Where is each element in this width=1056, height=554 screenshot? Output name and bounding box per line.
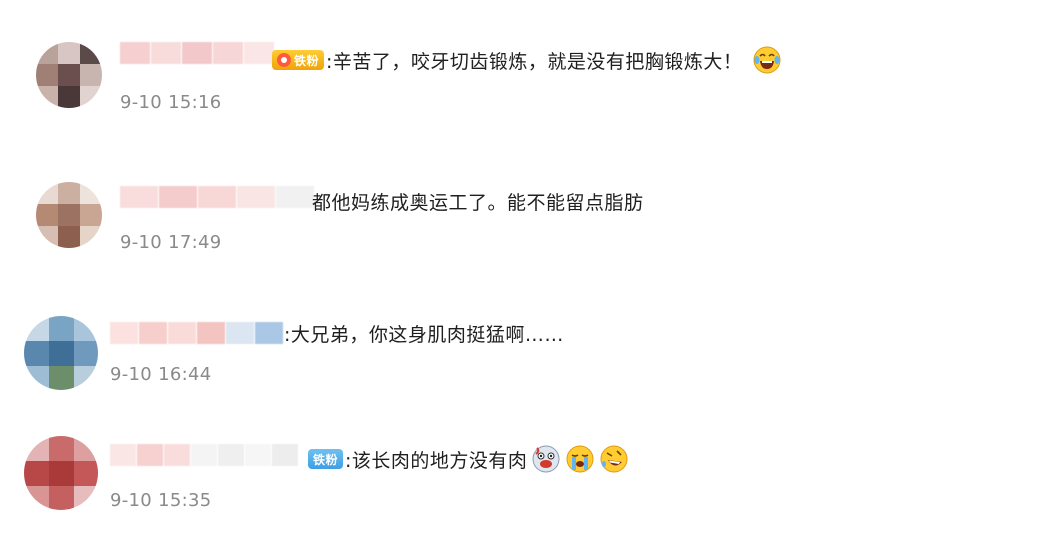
comment-list: 铁粉 :辛苦了，咬牙切齿锻炼，就是没有把胸锻炼大！ 9-10 15:16 都他妈…	[0, 0, 1056, 554]
timestamp: 9-10 16:44	[110, 364, 212, 385]
comment-body: :大兄弟，你这身肌肉挺猛啊……	[284, 320, 564, 346]
comment-item: :大兄弟，你这身肌肉挺猛啊…… 9-10 16:44	[0, 280, 1056, 420]
comment-text: :该长肉的地方没有肉	[345, 449, 528, 472]
comment-body: 铁粉 :辛苦了，咬牙切齿锻炼，就是没有把胸锻炼大！	[272, 46, 782, 74]
comment-text: :大兄弟，你这身肌肉挺猛啊……	[284, 323, 564, 346]
comment-item: 铁粉 :辛苦了，咬牙切齿锻炼，就是没有把胸锻炼大！ 9-10 15:16	[0, 0, 1056, 140]
avatar[interactable]	[36, 42, 102, 108]
timestamp: 9-10 15:16	[120, 92, 222, 113]
comment-text: 都他妈练成奥运工了。能不能留点脂肪	[312, 191, 644, 214]
comment-item: 都他妈练成奥运工了。能不能留点脂肪 9-10 17:49	[0, 140, 1056, 280]
laughing-tears-emoji	[753, 46, 781, 74]
drooling-emoji	[532, 445, 560, 473]
crying-emoji	[566, 445, 594, 473]
timestamp: 9-10 17:49	[120, 232, 222, 253]
comment-body: 铁粉 :该长肉的地方没有肉	[308, 445, 629, 473]
username-blurred[interactable]	[110, 442, 308, 468]
fan-badge: 铁粉	[308, 449, 344, 469]
heart-icon	[277, 53, 291, 67]
username-blurred[interactable]	[120, 184, 315, 210]
avatar[interactable]	[24, 316, 98, 390]
avatar[interactable]	[24, 436, 98, 510]
comment-item: 铁粉 :该长肉的地方没有肉 9-10 15:35	[0, 420, 1056, 554]
rolling-laugh-emoji	[600, 445, 628, 473]
comment-body: 都他妈练成奥运工了。能不能留点脂肪	[312, 188, 644, 214]
timestamp: 9-10 15:35	[110, 490, 212, 511]
username-blurred[interactable]	[110, 320, 285, 346]
fan-badge: 铁粉	[272, 50, 325, 70]
comment-text: :辛苦了，咬牙切齿锻炼，就是没有把胸锻炼大！	[326, 50, 743, 73]
avatar[interactable]	[36, 182, 102, 248]
username-blurred[interactable]	[120, 40, 275, 66]
